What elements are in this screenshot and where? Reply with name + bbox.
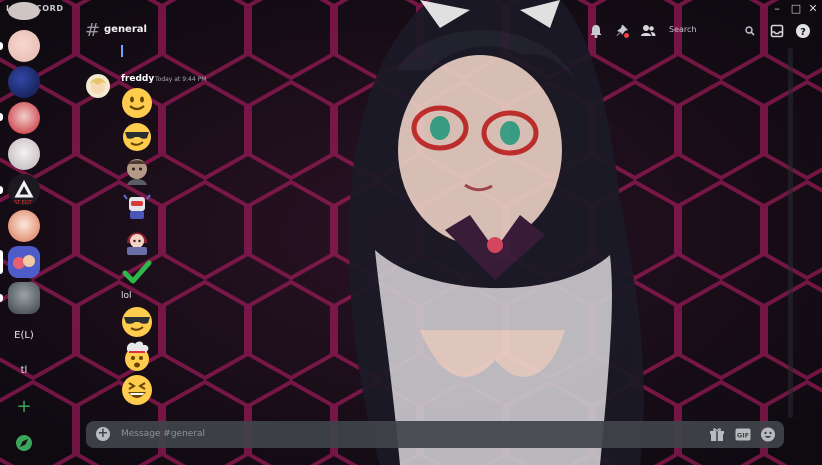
- server-icon[interactable]: [8, 282, 40, 314]
- server-icon[interactable]: [8, 2, 40, 20]
- message-author[interactable]: freddy: [121, 74, 154, 84]
- avatar[interactable]: [86, 74, 110, 98]
- emoji-picker-icon[interactable]: [760, 427, 776, 442]
- server-icon[interactable]: [8, 30, 40, 62]
- notification-bell-icon[interactable]: [588, 23, 604, 39]
- custom-face-emoji-icon: [121, 155, 153, 187]
- upload-plus-icon[interactable]: +: [96, 427, 110, 441]
- unread-indicator: [0, 294, 3, 302]
- grinning-squinting-face-icon: [121, 374, 153, 406]
- svg-text:ST EGT: ST EGT: [14, 200, 33, 206]
- server-rail: ST EGT E(L) tl +: [0, 0, 48, 465]
- server-icon[interactable]: [8, 66, 40, 98]
- minimize-button[interactable]: –: [767, 1, 787, 16]
- selected-indicator: [0, 250, 3, 274]
- inbox-icon[interactable]: [769, 23, 785, 39]
- help-icon[interactable]: ?: [795, 23, 811, 39]
- server-icon[interactable]: [8, 102, 40, 134]
- unread-indicator: [0, 113, 3, 121]
- unread-indicator: [0, 186, 3, 194]
- text-server-el[interactable]: E(L): [0, 330, 48, 341]
- channel-hash-icon: #: [85, 20, 101, 41]
- close-button[interactable]: ✕: [803, 1, 822, 16]
- channel-name: general: [104, 24, 147, 35]
- slightly-smiling-face-icon: [121, 87, 153, 119]
- smiling-face-with-sunglasses-icon: [121, 121, 153, 153]
- gif-icon[interactable]: GIF: [735, 427, 751, 442]
- text-server-tl[interactable]: tl: [0, 365, 48, 376]
- server-icon[interactable]: [8, 246, 40, 278]
- search-icon: [745, 26, 755, 36]
- message-text: lol: [121, 291, 132, 301]
- message-scrollbar[interactable]: [788, 48, 793, 418]
- search-placeholder: Search: [669, 25, 697, 34]
- message-input-placeholder[interactable]: Message #general: [121, 429, 205, 439]
- svg-text:?: ?: [800, 27, 806, 38]
- message-composer[interactable]: + Message #general GIF: [86, 421, 784, 448]
- explore-servers-icon[interactable]: [14, 433, 34, 453]
- server-icon[interactable]: ST EGT: [8, 174, 40, 206]
- unread-indicator: [0, 42, 3, 50]
- heavy-check-mark-icon: [121, 257, 153, 289]
- message-timestamp: Today at 9:44 PM: [155, 76, 207, 83]
- add-server-icon[interactable]: +: [14, 397, 34, 417]
- exploding-head-icon: [121, 340, 153, 372]
- member-list-icon[interactable]: [640, 23, 656, 39]
- server-icon[interactable]: [8, 138, 40, 170]
- search-input[interactable]: Search: [663, 23, 761, 39]
- smiling-face-with-sunglasses-icon: [121, 306, 153, 338]
- title-bar: LIGHTCORD – □ ✕: [0, 0, 822, 18]
- text-cursor: [121, 45, 123, 57]
- svg-text:GIF: GIF: [737, 432, 749, 440]
- custom-robot-emoji-icon: [121, 189, 153, 221]
- pinned-messages-icon[interactable]: [614, 23, 630, 39]
- gift-icon[interactable]: [709, 427, 725, 442]
- server-icon[interactable]: [8, 210, 40, 242]
- custom-character-emoji-icon: [121, 223, 153, 255]
